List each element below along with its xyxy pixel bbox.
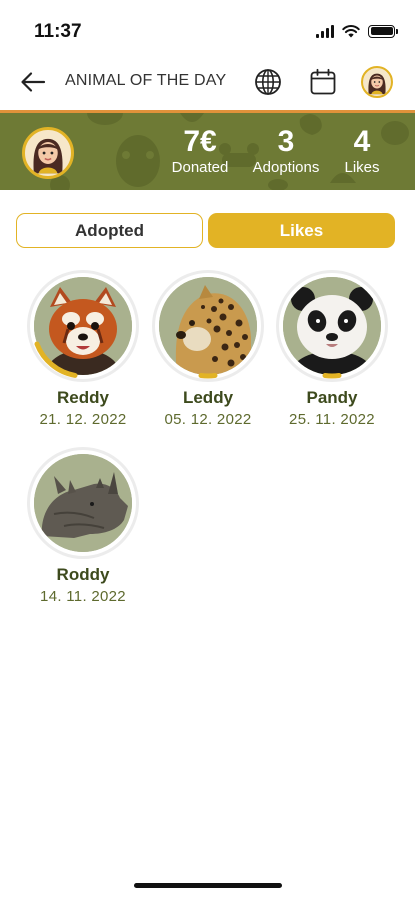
donated-label: Donated — [171, 159, 229, 176]
animal-name: Roddy — [56, 565, 110, 584]
globe-icon — [255, 69, 281, 95]
avatar — [361, 66, 393, 98]
cellular-signal-icon — [316, 24, 334, 38]
profile-button[interactable] — [361, 66, 393, 98]
rhinoceros-image — [34, 454, 132, 552]
progress-arc — [322, 373, 342, 379]
adoptions-value: 3 — [277, 125, 295, 158]
animal-name: Leddy — [182, 388, 234, 407]
home-indicator[interactable] — [134, 883, 282, 888]
animal-avatar — [276, 270, 388, 382]
user-avatar-icon — [33, 138, 63, 174]
animal-avatar — [152, 270, 264, 382]
animal-date: 25. 11. 2022 — [289, 411, 375, 428]
animal-card[interactable]: Pandy 25. 11. 2022 — [272, 270, 392, 428]
adoptions-label: Adoptions — [252, 159, 320, 176]
donated-value: 7€ — [183, 125, 217, 158]
back-button[interactable] — [18, 67, 48, 97]
page-title: ANIMAL OF THE DAY — [65, 72, 227, 89]
animal-name: Pandy — [306, 388, 358, 407]
stats-banner: 7€ Donated 3 Adoptions 4 Likes — [0, 113, 415, 190]
animal-avatar — [27, 447, 139, 559]
battery-icon — [368, 24, 398, 38]
animal-card[interactable]: Leddy 05. 12. 2022 — [148, 270, 268, 428]
animal-avatar — [27, 270, 139, 382]
arrow-left-icon — [21, 72, 46, 92]
animal-date: 21. 12. 2022 — [39, 411, 127, 428]
animal-date: 05. 12. 2022 — [164, 411, 252, 428]
tab-bar: Adopted Likes — [16, 213, 396, 248]
stat-adoptions: 3 Adoptions — [248, 125, 324, 177]
calendar-icon — [310, 68, 336, 95]
animal-card[interactable]: Reddy 21. 12. 2022 — [23, 270, 143, 428]
likes-label: Likes — [344, 159, 380, 176]
stat-donated: 7€ Donated — [165, 125, 235, 177]
profile-avatar[interactable] — [22, 127, 74, 179]
tab-adopted[interactable]: Adopted — [16, 213, 203, 248]
animal-date: 14. 11. 2022 — [40, 588, 126, 605]
status-time: 11:37 — [34, 21, 82, 42]
language-button[interactable] — [252, 66, 284, 98]
progress-arc — [34, 341, 78, 378]
wifi-icon — [342, 25, 360, 38]
animal-name: Reddy — [57, 388, 109, 407]
progress-arc — [198, 373, 218, 379]
app-header: ANIMAL OF THE DAY — [0, 56, 415, 108]
tab-likes[interactable]: Likes — [208, 213, 395, 248]
calendar-button[interactable] — [307, 66, 339, 98]
animal-photo — [34, 454, 132, 552]
user-avatar-icon — [368, 73, 386, 95]
status-bar: 11:37 — [0, 0, 415, 56]
likes-value: 4 — [353, 125, 371, 158]
animal-card[interactable]: Roddy 14. 11. 2022 — [23, 447, 143, 605]
status-icons — [316, 24, 398, 38]
stat-likes: 4 Likes — [338, 125, 386, 177]
